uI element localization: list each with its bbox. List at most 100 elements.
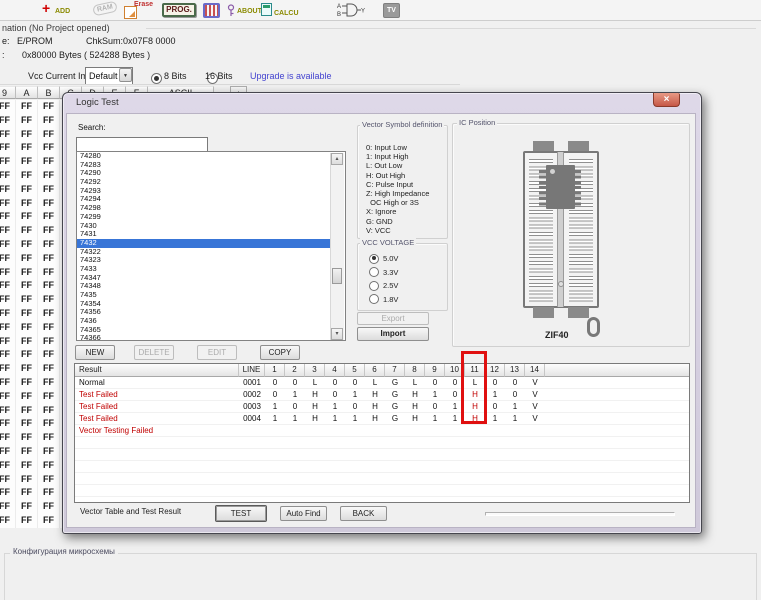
- hex-cell: FF: [0, 376, 16, 390]
- scroll-up-icon[interactable]: ▴: [331, 153, 343, 165]
- hex-cell: FF: [38, 224, 60, 238]
- chip-list-item[interactable]: 7431: [77, 230, 332, 239]
- erase-button[interactable]: Erase: [134, 1, 153, 8]
- result-value-cell: H: [365, 413, 385, 424]
- chip-list-item[interactable]: 74356: [77, 308, 332, 317]
- hex-cell: FF: [38, 183, 60, 197]
- result-value-cell: 1: [505, 401, 525, 412]
- chip-list: 7428074283742907429274293742947429874299…: [77, 152, 332, 340]
- chip-list-item[interactable]: 74366: [77, 334, 332, 340]
- chip-list-item[interactable]: 74283: [77, 161, 332, 170]
- chip-list-item[interactable]: 74298: [77, 204, 332, 213]
- result-header-cell: 8: [405, 364, 425, 377]
- hex-cell: FF: [0, 431, 16, 445]
- chip-list-item[interactable]: 74299: [77, 213, 332, 222]
- chip-list-item[interactable]: 74354: [77, 300, 332, 309]
- chip-list-item[interactable]: 7435: [77, 291, 332, 300]
- vcc-option[interactable]: 3.3V: [369, 266, 398, 280]
- chip-list-item[interactable]: 74348: [77, 282, 332, 291]
- hex-cell: FF: [16, 417, 38, 431]
- hex-cell: FF: [0, 266, 16, 280]
- device-type-value: E/PROM: [17, 36, 53, 46]
- result-empty-row: [75, 461, 689, 473]
- result-row[interactable]: Test Failed000411H11HGH11H11V: [75, 413, 689, 425]
- copy-button[interactable]: COPY: [260, 345, 300, 360]
- result-cell: Test Failed: [75, 401, 239, 412]
- hex-cell: FF: [16, 238, 38, 252]
- result-cell: Test Failed: [75, 389, 239, 400]
- prog-button[interactable]: PROG.: [162, 3, 196, 17]
- radio-8bits[interactable]: [151, 73, 162, 84]
- hex-cell: FF: [0, 321, 16, 335]
- result-value-cell: L: [405, 377, 425, 388]
- chip-list-item[interactable]: 74293: [77, 187, 332, 196]
- hex-cell: FF: [16, 335, 38, 349]
- hex-cell: FF: [16, 210, 38, 224]
- scroll-down-icon[interactable]: ▾: [331, 328, 343, 340]
- calcu-button[interactable]: CALCU: [274, 10, 299, 17]
- hex-cell: FF: [38, 431, 60, 445]
- upgrade-link[interactable]: Upgrade is available: [250, 71, 332, 81]
- zif-tab: [533, 307, 554, 318]
- hex-cell: FF: [0, 183, 16, 197]
- result-header-cell: 7: [385, 364, 405, 377]
- result-row[interactable]: Test Failed000201H01HGH10H10V: [75, 389, 689, 401]
- add-button[interactable]: ADD: [55, 8, 70, 15]
- import-button[interactable]: Import: [357, 327, 429, 341]
- hex-cell: FF: [16, 404, 38, 418]
- chip-list-item[interactable]: 74365: [77, 326, 332, 335]
- tv-button[interactable]: TV: [383, 3, 400, 18]
- radio-icon: [369, 294, 379, 304]
- result-value-cell: 0: [345, 377, 365, 388]
- chip-list-item[interactable]: 74323: [77, 256, 332, 265]
- result-value-cell: 0: [425, 377, 445, 388]
- chip-list-item[interactable]: 7436: [77, 317, 332, 326]
- chip-list-item[interactable]: 74294: [77, 195, 332, 204]
- hex-cell: FF: [0, 155, 16, 169]
- new-button[interactable]: NEW: [75, 345, 115, 360]
- hex-cell: FF: [38, 197, 60, 211]
- chip-list-item[interactable]: 74292: [77, 178, 332, 187]
- panel-edge-line: [0, 84, 460, 85]
- hex-cell: FF: [0, 445, 16, 459]
- hex-cell: FF: [16, 348, 38, 362]
- vcc-option[interactable]: 5.0V: [369, 252, 398, 266]
- project-group-label: nation (No Project opened): [2, 23, 110, 33]
- hex-cell: FF: [16, 459, 38, 473]
- list-scrollbar[interactable]: ▴ ▾: [330, 153, 344, 340]
- result-row[interactable]: Normal000100L00LGL00L00V: [75, 377, 689, 389]
- logic-gate-icon[interactable]: A B Y: [337, 2, 367, 18]
- auto-find-button[interactable]: Auto Find: [280, 506, 327, 521]
- chip-list-item[interactable]: 7430: [77, 222, 332, 231]
- chip-socket-icon[interactable]: [203, 3, 220, 18]
- vector-symbol-line: C: Pulse Input: [366, 180, 429, 189]
- export-button: Export: [357, 312, 429, 325]
- hex-cell: FF: [38, 335, 60, 349]
- result-value-cell: 1: [345, 413, 365, 424]
- chip-list-item[interactable]: 74322: [77, 248, 332, 257]
- vector-symbol-lines: 0: Input Low1: Input HighL: Out LowH: Ou…: [366, 143, 429, 235]
- vcc-option[interactable]: 2.5V: [369, 279, 398, 293]
- vcc-option[interactable]: 1.8V: [369, 293, 398, 307]
- hex-cell: FF: [38, 376, 60, 390]
- chip-list-item[interactable]: 74290: [77, 169, 332, 178]
- hex-cell: FF: [38, 238, 60, 252]
- back-button[interactable]: BACK: [340, 506, 387, 521]
- dropdown-arrow-icon[interactable]: ▼: [119, 68, 132, 82]
- close-button[interactable]: ×: [653, 93, 680, 107]
- result-header-cell: 14: [525, 364, 545, 377]
- scroll-thumb[interactable]: [332, 268, 342, 284]
- result-empty-row: [75, 473, 689, 485]
- chip-list-item[interactable]: 74280: [77, 152, 332, 161]
- chip-list-item[interactable]: 7432: [77, 239, 332, 248]
- chip-list-item[interactable]: 74347: [77, 274, 332, 283]
- result-row[interactable]: Vector Testing Failed: [75, 425, 689, 437]
- result-header-filler: [545, 364, 689, 377]
- chip-list-item[interactable]: 7433: [77, 265, 332, 274]
- result-row[interactable]: Test Failed000310H10HGH01H01V: [75, 401, 689, 413]
- about-button[interactable]: ABOUT: [237, 8, 262, 15]
- hex-cell: FF: [16, 266, 38, 280]
- result-value-cell: 1: [265, 413, 285, 424]
- test-button[interactable]: TEST: [215, 505, 267, 522]
- vcc-current-combobox[interactable]: Default ▼: [85, 67, 133, 85]
